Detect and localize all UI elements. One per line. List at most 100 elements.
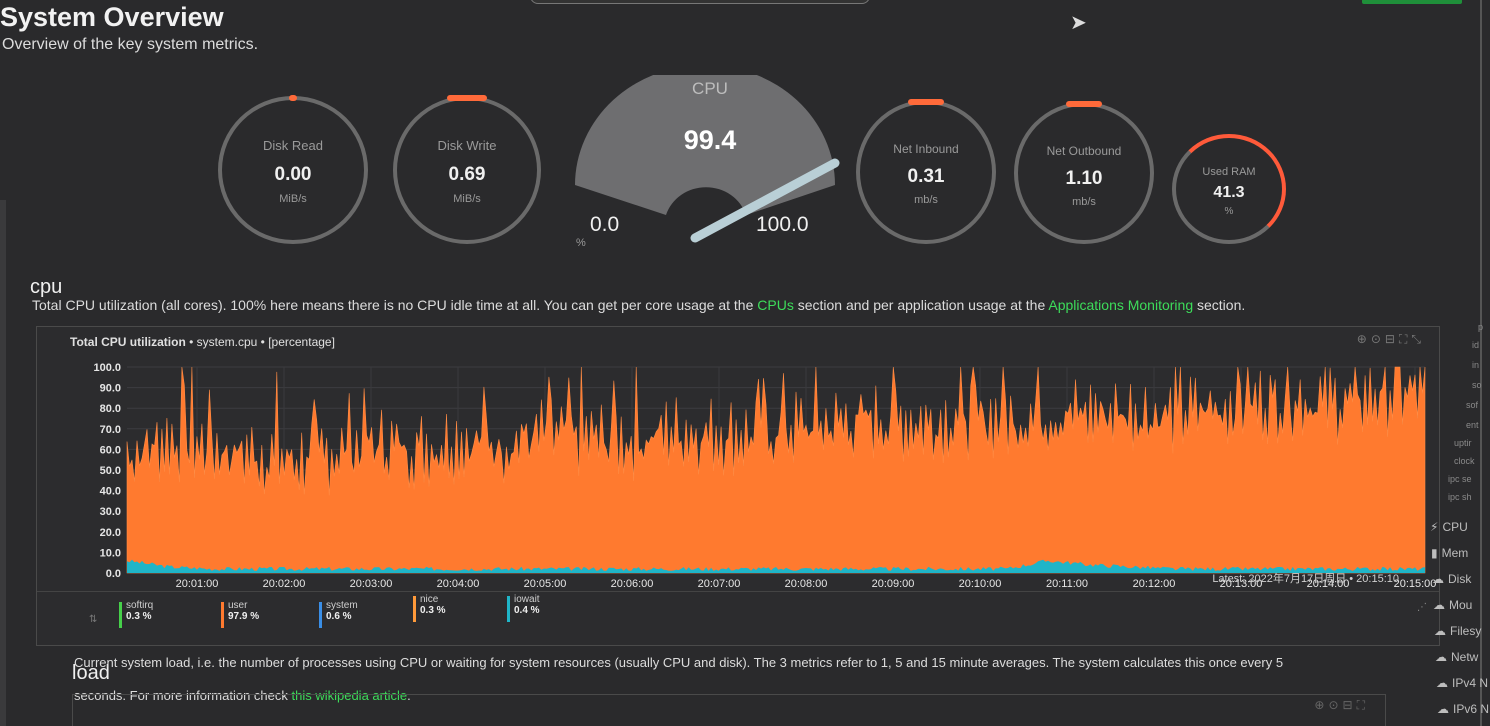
- gauge-used-ram[interactable]: Used RAM 41.3 %: [1172, 134, 1286, 244]
- legend-name: user: [228, 600, 248, 611]
- menu-item-label: Mem: [1441, 546, 1469, 560]
- y-tick-label: 0.0: [106, 568, 121, 580]
- top-search-bar[interactable]: [530, 0, 870, 4]
- chart-latest-timestamp: Latest: 2022年7月17日周日 • 20:15:10: [1212, 573, 1399, 585]
- y-tick-label: 70.0: [100, 424, 121, 436]
- resize-icon[interactable]: ⤡: [1411, 332, 1425, 346]
- legend-item-softirq[interactable]: softirq 0.3 %: [119, 600, 153, 628]
- right-submenu-item[interactable]: clock: [1454, 456, 1475, 466]
- menu-item-icon: ☁: [1434, 624, 1446, 638]
- right-submenu-item[interactable]: in: [1472, 360, 1479, 370]
- right-menu-item[interactable]: ▮ Mem: [1431, 546, 1468, 560]
- mouse-cursor-icon: ➤: [1070, 12, 1087, 34]
- expand-icon[interactable]: ⛶: [1399, 332, 1411, 346]
- gauge-arc: [1066, 101, 1102, 107]
- y-tick-label: 100.0: [93, 362, 121, 374]
- legend-color-swatch: [319, 602, 322, 628]
- right-submenu-item[interactable]: sof: [1466, 400, 1478, 410]
- gauge-label: Net Inbound: [893, 142, 959, 156]
- y-tick-label: 80.0: [100, 403, 121, 415]
- resize-handle-icon[interactable]: ⋰: [1417, 602, 1427, 613]
- gauge-net-inbound[interactable]: Net Inbound 0.31 mb/s: [856, 99, 996, 244]
- legend-item-user[interactable]: user 97.9 %: [221, 600, 260, 628]
- gauge-unit: %: [1224, 206, 1234, 217]
- x-tick-label: 20:15:00: [1394, 578, 1437, 590]
- right-submenu-item[interactable]: ent: [1466, 420, 1479, 430]
- menu-item-label: IPv4 N: [1452, 676, 1489, 690]
- menu-item-label: Filesy: [1450, 624, 1482, 638]
- cpu-chart[interactable]: Total CPU utilization • system.cpu • [pe…: [36, 326, 1440, 646]
- menu-item-label: Disk: [1448, 572, 1472, 586]
- x-tick-label: 20:03:00: [350, 578, 393, 590]
- cpu-gauge-max: 100.0: [756, 213, 809, 236]
- legend-item-nice[interactable]: nice 0.3 %: [413, 594, 446, 622]
- menu-item-icon: ▮: [1431, 546, 1438, 560]
- legend-value: 0.3 %: [126, 611, 152, 622]
- right-submenu-item[interactable]: so: [1472, 380, 1482, 390]
- gauge-value: 0.00: [274, 164, 312, 185]
- legend-item-iowait[interactable]: iowait 0.4 %: [507, 594, 540, 622]
- right-edge-divider: [1480, 0, 1482, 726]
- top-green-button[interactable]: [1362, 0, 1462, 4]
- right-menu-item[interactable]: ⚡ CPU: [1430, 520, 1468, 534]
- y-tick-label: 10.0: [100, 547, 121, 559]
- legend-value: 0.3 %: [420, 605, 446, 616]
- right-menu-item[interactable]: ☁ IPv4 N: [1436, 676, 1488, 690]
- legend-item-system[interactable]: system 0.6 %: [319, 600, 358, 628]
- menu-item-icon: ☁: [1437, 702, 1449, 716]
- right-submenu-item[interactable]: p: [1478, 322, 1483, 332]
- gauge-disk-read[interactable]: Disk Read 0.00 MiB/s: [218, 95, 368, 244]
- link-applications-monitoring[interactable]: Applications Monitoring: [1048, 297, 1193, 313]
- x-tick-label: 20:07:00: [698, 578, 741, 590]
- gauge-unit: MiB/s: [453, 193, 481, 205]
- chart-legend: ⇅ softirq 0.3 % user 97.9 % system 0.6 % nice 0…: [37, 591, 1439, 646]
- cpu-gauge-value: 99.4: [683, 125, 737, 155]
- page-title: System Overview: [0, 2, 224, 32]
- gauge-label: Disk Read: [263, 138, 323, 153]
- y-tick-label: 90.0: [100, 383, 121, 395]
- left-edge: [0, 200, 6, 726]
- desc-text: section and per application usage at the: [793, 297, 1049, 313]
- right-menu-item[interactable]: ☁ Filesy: [1434, 624, 1481, 638]
- link-cpus[interactable]: CPUs: [757, 297, 794, 313]
- right-submenu-item[interactable]: ipc se: [1448, 474, 1472, 484]
- legend-color-swatch: [221, 602, 224, 628]
- right-menu-item[interactable]: ☁ IPv6 N: [1437, 702, 1489, 716]
- right-menu-item[interactable]: ☁ Mou: [1433, 598, 1472, 612]
- zoom-icon[interactable]: ⊕: [1357, 332, 1371, 346]
- save-icon[interactable]: ⊟: [1385, 332, 1399, 346]
- right-submenu-item[interactable]: ipc sh: [1448, 492, 1472, 502]
- gauge-arc: [289, 95, 297, 101]
- y-tick-label: 40.0: [100, 486, 121, 498]
- x-tick-label: 20:08:00: [785, 578, 828, 590]
- legend-value: 97.9 %: [228, 611, 260, 622]
- cpu-gauge-min: 0.0: [590, 213, 620, 236]
- legend-name: system: [326, 600, 358, 611]
- x-tick-label: 20:04:00: [437, 578, 480, 590]
- legend-name: nice: [420, 594, 439, 605]
- gauge-value: 1.10: [1065, 168, 1103, 189]
- right-submenu-item[interactable]: id: [1472, 340, 1479, 350]
- right-menu-item[interactable]: ☁ Netw: [1435, 650, 1478, 664]
- desc-text: Total CPU utilization (all cores). 100% …: [32, 297, 758, 313]
- gauge-label: Used RAM: [1202, 166, 1256, 178]
- menu-item-icon: ☁: [1433, 598, 1445, 612]
- right-submenu-item[interactable]: uptir: [1454, 438, 1472, 448]
- legend-color-swatch: [413, 596, 416, 622]
- y-tick-label: 20.0: [100, 527, 121, 539]
- cpu-gauge[interactable]: CPU 99.4 0.0 100.0 %: [570, 75, 850, 265]
- menu-item-label: Mou: [1449, 598, 1473, 612]
- reset-icon[interactable]: ⊙: [1371, 332, 1385, 346]
- gauge-net-outbound[interactable]: Net Outbound 1.10 mb/s: [1014, 101, 1154, 244]
- x-tick-label: 20:02:00: [263, 578, 306, 590]
- x-tick-label: 20:12:00: [1133, 578, 1176, 590]
- chart-toolbar: ⊕⊙⊟⛶⤡: [1357, 332, 1425, 347]
- gauge-disk-write[interactable]: Disk Write 0.69 MiB/s: [393, 95, 541, 244]
- chart-plot[interactable]: 100.0 90.0 80.0 70.0 60.0 50.0 40.0 30.0 20.0 10.…: [37, 347, 1439, 597]
- x-tick-label: 20:10:00: [959, 578, 1002, 590]
- load-chart[interactable]: ⊕⊙⊟⛶: [72, 694, 1386, 726]
- legend-scroll-icon[interactable]: ⇅: [89, 614, 97, 625]
- menu-item-label: IPv6 N: [1453, 702, 1490, 716]
- right-menu-item[interactable]: ☁ Disk: [1432, 572, 1471, 586]
- section-desc-load-line1: Current system load, i.e. the number of …: [74, 655, 1284, 670]
